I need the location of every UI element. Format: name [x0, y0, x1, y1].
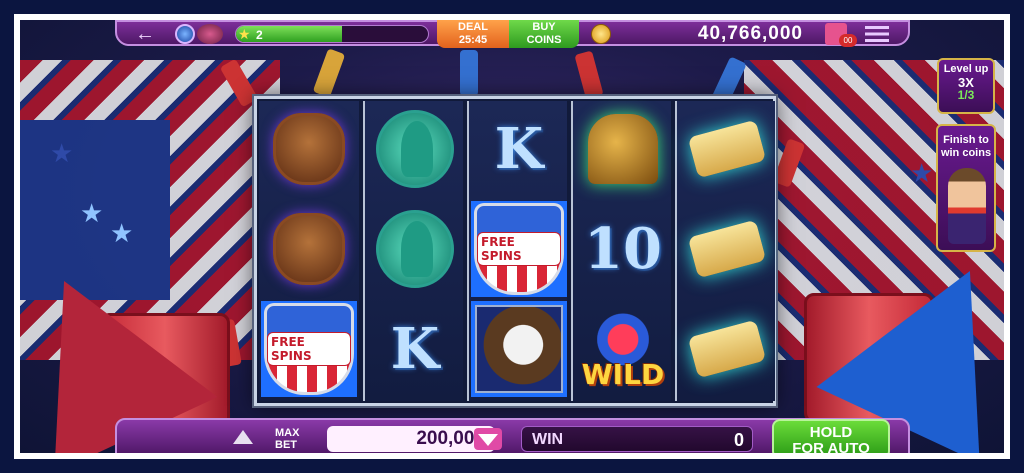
constitution-scroll-symbol-icon [687, 119, 767, 179]
reel-5 [675, 101, 775, 401]
hold-line2: FOR AUTO [792, 440, 870, 454]
deal-timer: 25:45 [458, 34, 488, 46]
reel-2: K [363, 101, 463, 401]
reel-cell [679, 201, 775, 297]
statue-of-liberty-symbol-icon [376, 210, 454, 288]
win-display: WIN 0 [521, 426, 753, 452]
hold-line1: HOLD [809, 424, 853, 441]
max-bet-line2: BET [275, 439, 297, 451]
star-icon: ★ [80, 198, 104, 228]
reel-grid: FREE SPINS K K FREE SPINS 10 WILD [254, 96, 776, 406]
level-number: 2 [256, 28, 263, 42]
level-up-progress: 1/3 [957, 88, 975, 102]
reel-cell [261, 201, 357, 297]
avatar[interactable] [197, 24, 223, 44]
buy-label-line2: COINS [526, 34, 562, 46]
firework-rocket-decoration [574, 50, 604, 100]
star-icon: ★ [50, 138, 74, 168]
finish-line2: win coins [940, 147, 992, 159]
bison-symbol-icon [273, 113, 345, 185]
firework-rocket-decoration [460, 50, 478, 96]
coin-icon [591, 24, 611, 44]
win-label: WIN [532, 431, 564, 448]
reel-cell [679, 101, 775, 197]
reel-1: FREE SPINS [259, 101, 359, 401]
reel-3: K FREE SPINS [467, 101, 567, 401]
wild-symbol-icon: WILD [575, 301, 671, 397]
reel-4: 10 WILD [571, 101, 671, 401]
free-spins-label: FREE SPINS [477, 232, 561, 266]
k-symbol: K [390, 316, 440, 382]
bet-increase-arrow-icon[interactable] [231, 428, 255, 448]
host-character-icon [948, 168, 986, 244]
profile-badge-icon[interactable] [175, 24, 195, 44]
menu-icon[interactable] [865, 26, 889, 42]
constitution-scroll-symbol-icon [687, 319, 767, 379]
slot-game-stage: ★ ★ ★ ★ ← ★ 2 DEAL 25:45 BUY COINS 40,76… [20, 20, 1004, 453]
firework-rocket-decoration [312, 48, 346, 98]
reel-cell [367, 201, 463, 297]
statue-of-liberty-symbol-icon [376, 110, 454, 188]
reel-cell: K [471, 101, 567, 197]
buy-label-line1: BUY [532, 21, 556, 33]
reel-cell: FREE SPINS [261, 301, 357, 397]
ten-symbol: 10 [584, 216, 662, 282]
constitution-scroll-symbol-icon [687, 219, 767, 279]
free-spins-label: FREE SPINS [267, 332, 351, 366]
level-up-panel[interactable]: Level up 3X 1/3 [937, 58, 995, 114]
level-progress-bar: ★ 2 [235, 25, 429, 43]
back-arrow-icon[interactable]: ← [135, 23, 155, 45]
star-icon: ★ [910, 158, 934, 188]
gift-badge: 00 [839, 34, 857, 47]
reel-cell [679, 301, 775, 397]
reel-cell [471, 301, 567, 397]
wild-label: WILD [581, 358, 665, 391]
eagle-symbol-icon [475, 305, 563, 393]
reel-cell [367, 101, 463, 197]
free-spins-symbol-icon: FREE SPINS [474, 203, 564, 295]
reel-cell [261, 101, 357, 197]
level-star-icon: ★ [238, 26, 251, 42]
bet-decrease-arrow-icon[interactable] [474, 428, 502, 450]
finish-line1: Finish to [943, 134, 989, 146]
reel-cell: FREE SPINS [471, 201, 567, 297]
reel-cell: WILD [575, 301, 671, 397]
reel-cell: 10 [575, 201, 671, 297]
finish-to-win-panel[interactable]: Finish to win coins [936, 124, 996, 252]
reel-cell [575, 101, 671, 197]
bet-amount[interactable]: 200,000 [327, 426, 495, 452]
deal-label: DEAL [458, 21, 488, 33]
max-bet-line1: MAX [275, 427, 300, 439]
bison-symbol-icon [273, 213, 345, 285]
liberty-bell-symbol-icon [588, 114, 658, 184]
star-icon: ★ [110, 218, 134, 248]
win-value: 0 [733, 430, 744, 450]
spin-hold-for-auto-button[interactable]: HOLD FOR AUTO [772, 419, 890, 453]
top-bar: ← ★ 2 DEAL 25:45 BUY COINS 40,766,000 00 [115, 20, 910, 48]
k-symbol: K [494, 116, 544, 182]
reel-cell: K [367, 301, 463, 397]
level-progress-fill [236, 26, 342, 42]
max-bet-button[interactable]: MAX BET [275, 427, 299, 451]
free-spins-symbol-icon: FREE SPINS [264, 303, 354, 395]
deal-button[interactable]: DEAL 25:45 [437, 20, 509, 48]
buy-coins-button[interactable]: BUY COINS [509, 20, 579, 48]
coin-balance: 40,766,000 [697, 23, 803, 44]
